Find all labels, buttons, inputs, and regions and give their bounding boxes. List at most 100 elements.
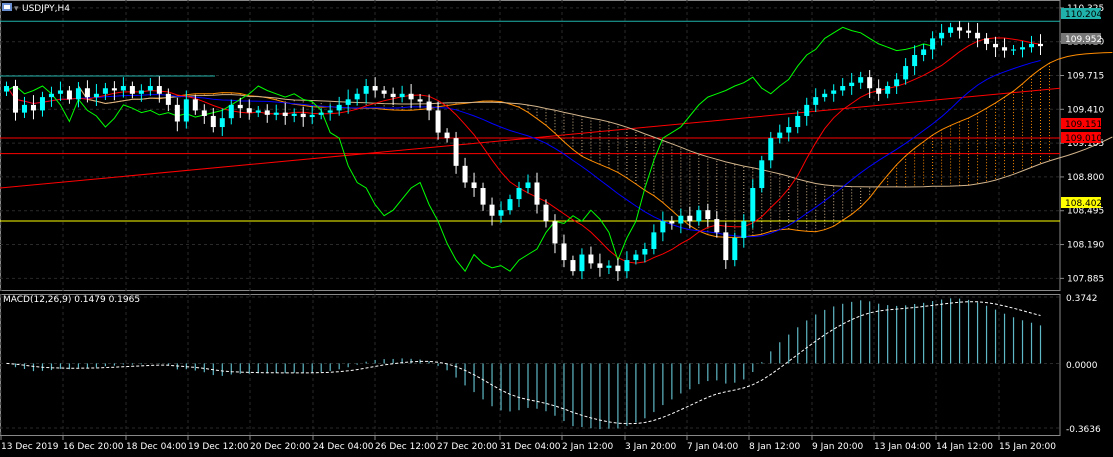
candle-bear xyxy=(543,204,549,222)
candle-bull xyxy=(318,112,324,115)
candle-bull xyxy=(849,82,855,87)
candle-bear xyxy=(192,99,198,111)
y-tick-label: 109.715 xyxy=(1067,72,1104,82)
candle-bull xyxy=(786,127,792,133)
candle-bull xyxy=(858,77,864,83)
candle-bull xyxy=(345,99,351,105)
svg-text:109.952: 109.952 xyxy=(1065,35,1102,45)
candle-bull xyxy=(777,132,783,139)
horizontal-lines xyxy=(0,20,1061,222)
macd-axis-zero: 0.0000 xyxy=(1066,361,1098,371)
candle-bear xyxy=(444,132,450,139)
candle-bear xyxy=(723,232,729,261)
candle-bull xyxy=(39,97,45,111)
candle-bull xyxy=(939,32,945,39)
candle-bear xyxy=(201,110,207,116)
candle-bull xyxy=(804,104,810,116)
senkou-span-b-line xyxy=(77,85,1113,188)
candle-bear xyxy=(30,104,36,111)
candle-bull xyxy=(48,93,54,98)
candle-bull xyxy=(642,248,648,255)
candle-bull xyxy=(795,115,801,128)
ichimoku-cloud xyxy=(158,63,1050,238)
candle-bear xyxy=(597,263,603,268)
macd-axis-top: 0.3742 xyxy=(1066,294,1098,304)
candle-bear xyxy=(867,77,873,89)
candle-bear xyxy=(282,112,288,116)
candle-bull xyxy=(228,104,234,119)
candle-bear xyxy=(408,93,414,100)
x-tick-label: 15 Jan 20:00 xyxy=(999,442,1056,452)
candle-bull xyxy=(525,182,531,189)
candle-bull xyxy=(102,88,108,94)
candle-bull xyxy=(894,79,900,87)
candle-bull xyxy=(633,254,639,261)
candles xyxy=(3,21,1044,281)
candle-bear xyxy=(12,86,18,113)
candle-bear xyxy=(714,219,720,233)
candle-bear xyxy=(174,104,180,122)
candle-bull xyxy=(822,93,828,98)
candle-bear xyxy=(561,243,567,261)
expand-icon[interactable]: ▾ xyxy=(14,4,19,14)
candle-bull xyxy=(21,104,27,113)
candle-bull xyxy=(885,86,891,94)
macd-label: MACD(12,26,9) 0.1479 0.1965 xyxy=(3,295,140,305)
candle-bull xyxy=(1011,49,1017,51)
candle-bear xyxy=(588,254,594,264)
x-tick-label: 13 Jan 04:00 xyxy=(874,442,931,452)
x-tick-label: 20 Dec 20:00 xyxy=(250,442,311,452)
x-tick-label: 19 Dec 12:00 xyxy=(188,442,249,452)
candle-bear xyxy=(246,108,252,113)
x-tick-label: 26 Dec 12:00 xyxy=(375,442,436,452)
candle-bull xyxy=(3,86,9,92)
candle-bear xyxy=(84,88,90,98)
candle-bear xyxy=(993,43,999,48)
candle-bear xyxy=(876,88,882,94)
candle-bull xyxy=(336,104,342,111)
senkou-span-a-line xyxy=(77,52,1113,239)
candle-bull xyxy=(678,215,684,224)
symbol-label: USDJPY,H4 xyxy=(22,4,70,14)
candle-bull xyxy=(327,110,333,113)
chart-canvas[interactable]: 110.325110.020109.715109.410109.105108.8… xyxy=(0,0,1113,457)
macd-panel-frame xyxy=(0,294,1061,436)
candle-bear xyxy=(552,221,558,244)
candle-bear xyxy=(669,221,675,224)
candle-bull xyxy=(750,188,756,222)
candle-bull xyxy=(912,54,918,67)
candle-bear xyxy=(489,204,495,216)
candle-bear xyxy=(156,86,162,94)
price-label-yellow: 108.402 xyxy=(1061,197,1102,209)
candle-bull xyxy=(219,118,225,128)
time-axis: 13 Dec 2019 16 Dec 20:00 18 Dec 04:00 19 De… xyxy=(0,436,1056,452)
candle-bull xyxy=(93,93,99,98)
y-tick-label: 108.800 xyxy=(1067,173,1104,183)
candle-bear xyxy=(111,88,117,91)
candle-bear xyxy=(390,93,396,98)
candle-bull xyxy=(660,221,666,233)
candle-bull xyxy=(75,88,81,100)
candle-bear xyxy=(1038,43,1044,47)
candle-bull xyxy=(1029,43,1035,48)
candle-bear xyxy=(705,210,711,220)
x-tick-label: 31 Dec 04:00 xyxy=(500,442,561,452)
candle-bull xyxy=(948,27,954,33)
x-tick-label: 16 Dec 20:00 xyxy=(63,442,124,452)
candle-bull xyxy=(831,90,837,94)
candle-bear xyxy=(264,110,270,115)
candle-bear xyxy=(1002,47,1008,51)
x-tick-label: 27 Dec 20:00 xyxy=(437,442,498,452)
macd-axis-bottom: -0.3636 xyxy=(1066,425,1101,435)
x-tick-label: 13 Dec 2019 xyxy=(1,442,59,452)
candle-bear xyxy=(165,93,171,105)
candle-bull xyxy=(840,86,846,91)
candle-bull xyxy=(138,90,144,94)
candle-bear xyxy=(237,104,243,109)
candle-bull xyxy=(507,199,513,211)
candle-bull xyxy=(768,138,774,161)
candle-bull xyxy=(813,97,819,105)
x-tick-label: 8 Jan 12:00 xyxy=(749,442,801,452)
candle-bear xyxy=(471,182,477,189)
price-axis: 110.325110.020109.715109.410109.105108.8… xyxy=(1060,4,1104,284)
